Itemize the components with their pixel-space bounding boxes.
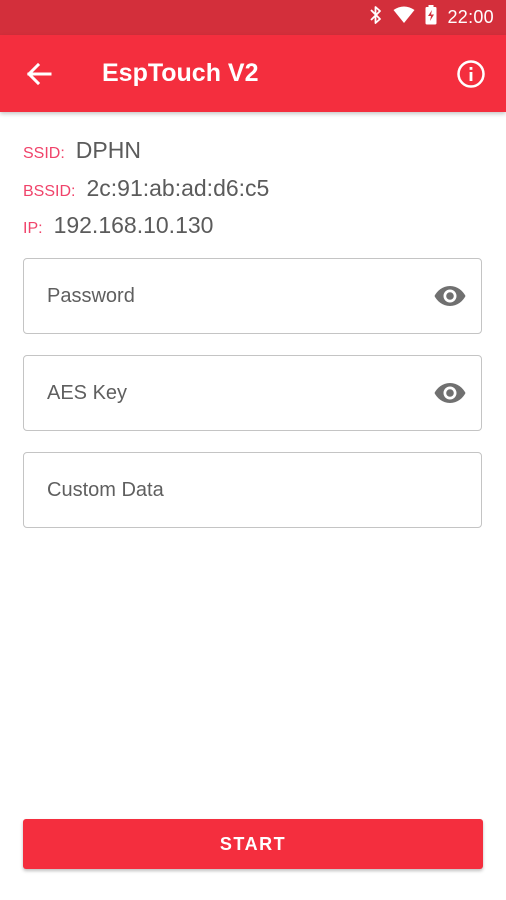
password-visibility-toggle[interactable]	[433, 279, 467, 313]
aes-key-field	[23, 355, 482, 431]
ip-row: IP: 192.168.10.130	[23, 212, 213, 239]
info-icon	[457, 60, 485, 88]
status-icons: 22:00	[369, 0, 494, 35]
bluetooth-icon	[369, 5, 383, 30]
info-button[interactable]	[454, 57, 488, 91]
battery-charging-icon	[425, 5, 437, 30]
password-input[interactable]	[45, 259, 429, 334]
status-time: 22:00	[447, 7, 494, 27]
app-bar: EspTouch V2	[0, 35, 506, 112]
aes-key-visibility-toggle[interactable]	[433, 376, 467, 410]
ssid-row: SSID: DPHN	[23, 137, 141, 164]
ssid-value: DPHN	[75, 137, 141, 163]
password-field	[23, 258, 482, 334]
eye-icon	[434, 383, 466, 403]
bssid-label: BSSID:	[23, 183, 76, 200]
custom-data-input[interactable]	[45, 453, 429, 528]
aes-key-input[interactable]	[45, 356, 429, 431]
wifi-icon	[393, 6, 415, 29]
bssid-value: 2c:91:ab:ad:d6:c5	[86, 175, 270, 201]
custom-data-field	[23, 452, 482, 528]
bssid-row: BSSID: 2c:91:ab:ad:d6:c5	[23, 175, 269, 202]
ip-label: IP:	[23, 220, 43, 237]
ssid-label: SSID:	[23, 145, 65, 162]
back-button[interactable]	[22, 57, 56, 91]
start-button[interactable]: START	[23, 819, 483, 869]
arrow-back-icon	[26, 62, 52, 86]
app-title: EspTouch V2	[102, 59, 259, 87]
status-bar: 22:00	[0, 0, 506, 35]
eye-icon	[434, 286, 466, 306]
ip-value: 192.168.10.130	[53, 212, 214, 238]
